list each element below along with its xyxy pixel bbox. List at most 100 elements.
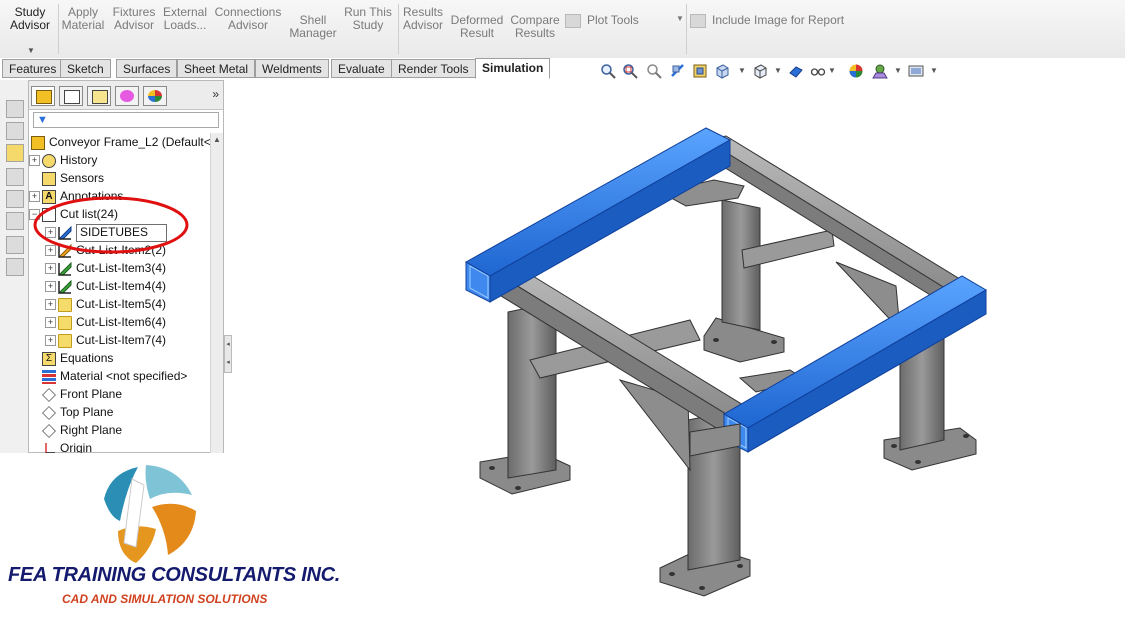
tree-item-cut-list-item7[interactable]: + Cut-List-Item7(4) xyxy=(45,331,166,349)
tab-sheet-metal[interactable]: Sheet Metal xyxy=(177,59,256,78)
dropdown-arrow-icon[interactable]: ▼ xyxy=(828,63,836,79)
plane-icon xyxy=(42,387,56,402)
edit-appearance-icon[interactable] xyxy=(848,63,864,79)
dropdown-arrow-icon[interactable]: ▼ xyxy=(930,63,938,79)
tree-item-cut-list-item5[interactable]: + Cut-List-Item5(4) xyxy=(45,295,166,313)
external-loads-button[interactable]: External Loads... xyxy=(160,0,210,58)
connections-advisor-button[interactable]: Connections Advisor xyxy=(212,0,284,58)
tree-item-cut-list-item4[interactable]: + Cut-List-Item4(4) xyxy=(45,277,166,295)
origin-icon xyxy=(42,442,56,453)
frame-leg-left[interactable] xyxy=(479,301,571,495)
zoom-to-area-icon[interactable] xyxy=(622,63,638,79)
expand-panel-icon[interactable]: » xyxy=(212,87,219,101)
graphics-area-model[interactable] xyxy=(232,82,1125,618)
configuration-icon xyxy=(92,90,108,104)
section-view-icon[interactable] xyxy=(670,63,686,79)
scroll-up-icon[interactable]: ▲ xyxy=(213,135,221,144)
study-advisor-button[interactable]: Study Advisor ▼ xyxy=(6,0,54,58)
command-manager-ribbon: Study Advisor ▼ Apply Material Fixtures … xyxy=(0,0,1125,59)
dropdown-arrow-icon[interactable]: ▼ xyxy=(738,63,746,79)
tree-filter-input[interactable]: ▼ xyxy=(33,112,219,128)
dropdown-arrow-icon[interactable]: ▼ xyxy=(894,63,902,79)
expand-icon[interactable]: + xyxy=(45,299,56,311)
fixture-icon[interactable] xyxy=(6,144,24,162)
tab-surfaces[interactable]: Surfaces xyxy=(116,59,178,78)
tree-item-right-plane[interactable]: Right Plane xyxy=(42,421,122,439)
tree-item-sensors[interactable]: Sensors xyxy=(42,169,104,187)
material-icon[interactable] xyxy=(6,122,24,140)
tab-render-tools[interactable]: Render Tools xyxy=(391,59,476,78)
run-this-study-button[interactable]: Run This Study xyxy=(342,0,394,58)
view-orientation-icon[interactable] xyxy=(714,63,730,79)
ribbon-separator xyxy=(58,4,59,54)
tab-sketch[interactable]: Sketch xyxy=(60,59,111,78)
expand-icon[interactable]: + xyxy=(45,317,56,329)
command-manager-tabs: Features Sketch Surfaces Sheet Metal Wel… xyxy=(0,58,1125,80)
tree-item-cut-list-item6[interactable]: + Cut-List-Item6(4) xyxy=(45,313,166,331)
expand-icon[interactable]: + xyxy=(45,335,56,347)
sidetube-left[interactable] xyxy=(464,127,732,303)
view-settings-icon[interactable] xyxy=(908,63,924,79)
material-icon xyxy=(42,369,56,384)
dimxpert-manager-tab[interactable] xyxy=(115,86,139,106)
apply-material-button[interactable]: Apply Material xyxy=(60,0,106,58)
fixtures-advisor-button[interactable]: Fixtures Advisor xyxy=(110,0,158,58)
glasses-icon[interactable] xyxy=(810,63,826,79)
tree-item-equations[interactable]: Σ Equations xyxy=(42,349,113,367)
plane-icon xyxy=(42,405,56,420)
connection-icon[interactable] xyxy=(6,190,24,208)
tab-weldments[interactable]: Weldments xyxy=(255,59,329,78)
expand-icon[interactable]: + xyxy=(29,155,40,167)
dropdown-arrow-icon[interactable]: ▼ xyxy=(27,44,35,57)
tree-root-part[interactable]: Conveyor Frame_L2 (Default<A xyxy=(31,133,211,151)
dynamic-annotation-views-icon[interactable] xyxy=(692,63,708,79)
tree-item-origin[interactable]: Origin xyxy=(42,439,92,453)
equations-icon: Σ xyxy=(42,351,56,366)
hide-show-items-icon[interactable] xyxy=(788,63,804,79)
compare-results-button[interactable]: Compare Results xyxy=(508,0,562,58)
configuration-manager-tab[interactable] xyxy=(87,86,111,106)
folder-icon xyxy=(58,297,72,312)
tree-item-material[interactable]: Material <not specified> xyxy=(42,367,187,385)
results-advisor-button[interactable]: Results Advisor xyxy=(400,0,446,58)
tree-item-top-plane[interactable]: Top Plane xyxy=(42,403,113,421)
property-manager-tab[interactable] xyxy=(59,86,83,106)
tab-features[interactable]: Features xyxy=(2,59,64,78)
display-manager-tab[interactable] xyxy=(143,86,167,106)
mesh-icon[interactable] xyxy=(6,212,24,230)
zoom-to-fit-icon[interactable] xyxy=(600,63,616,79)
run-icon[interactable] xyxy=(6,236,24,254)
panel-collapse-handle[interactable]: ◂ ◂ xyxy=(224,335,232,373)
dropdown-arrow-icon[interactable]: ▼ xyxy=(774,63,782,79)
structural-member-icon xyxy=(57,279,72,294)
red-highlight-ellipse xyxy=(33,196,189,254)
dropdown-arrow-icon[interactable]: ▼ xyxy=(676,14,684,23)
tree-item-history[interactable]: + History xyxy=(29,151,97,169)
results-icon[interactable] xyxy=(6,258,24,276)
apply-scene-icon[interactable] xyxy=(872,63,888,79)
sidetube-right[interactable] xyxy=(723,275,987,453)
shell-manager-button[interactable]: Shell Manager xyxy=(288,0,338,58)
tree-scrollbar[interactable]: ▲ xyxy=(210,133,223,453)
simulation-side-toolbar xyxy=(0,80,29,453)
previous-view-icon[interactable] xyxy=(646,63,662,79)
tree-item-front-plane[interactable]: Front Plane xyxy=(42,385,122,403)
feature-tree: Conveyor Frame_L2 (Default<A + History Se… xyxy=(29,133,211,453)
feature-manager-tab[interactable] xyxy=(31,86,55,106)
frame-leg-back[interactable] xyxy=(703,199,785,363)
tab-evaluate[interactable]: Evaluate xyxy=(331,59,392,78)
plot-tools-icon xyxy=(565,13,581,28)
load-icon[interactable] xyxy=(6,168,24,186)
expand-icon[interactable]: + xyxy=(45,263,56,275)
tab-simulation[interactable]: Simulation xyxy=(475,58,551,79)
deformed-result-button[interactable]: Deformed Result xyxy=(450,0,504,58)
expand-icon[interactable]: + xyxy=(45,281,56,293)
sensors-icon xyxy=(42,171,56,186)
study-icon[interactable] xyxy=(6,100,24,118)
display-style-icon[interactable] xyxy=(752,63,768,79)
plot-tools-button[interactable]: Plot Tools xyxy=(565,12,639,28)
include-image-report-button[interactable]: Include Image for Report xyxy=(690,12,844,28)
part-icon xyxy=(31,135,45,150)
history-icon xyxy=(42,153,56,168)
tree-item-cut-list-item3[interactable]: + Cut-List-Item3(4) xyxy=(45,259,166,277)
